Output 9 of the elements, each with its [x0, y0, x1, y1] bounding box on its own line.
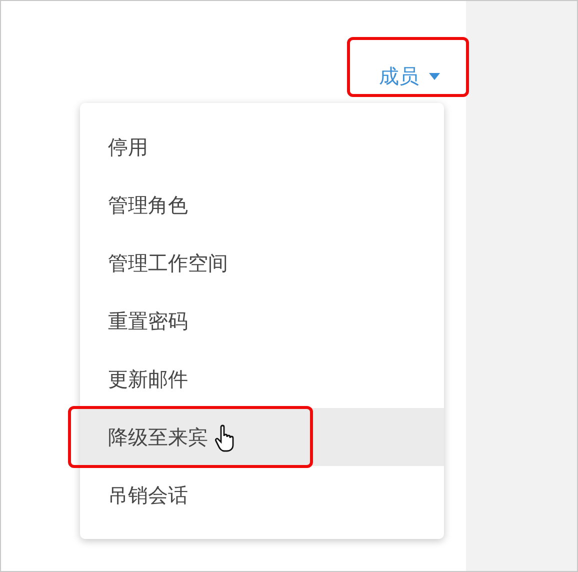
menu-item[interactable]: 吊销会话 — [80, 466, 444, 524]
menu-item[interactable]: 管理工作空间 — [80, 234, 444, 292]
menu-item[interactable]: 重置密码 — [80, 292, 444, 350]
menu-item[interactable]: 管理角色 — [80, 176, 444, 234]
caret-icon — [429, 73, 440, 80]
pointer-hand-icon — [214, 424, 236, 452]
menu-item[interactable]: 停用 — [80, 118, 444, 176]
menu-item[interactable]: 降级至来宾 — [80, 408, 444, 466]
menu-item[interactable]: 更新邮件 — [80, 350, 444, 408]
